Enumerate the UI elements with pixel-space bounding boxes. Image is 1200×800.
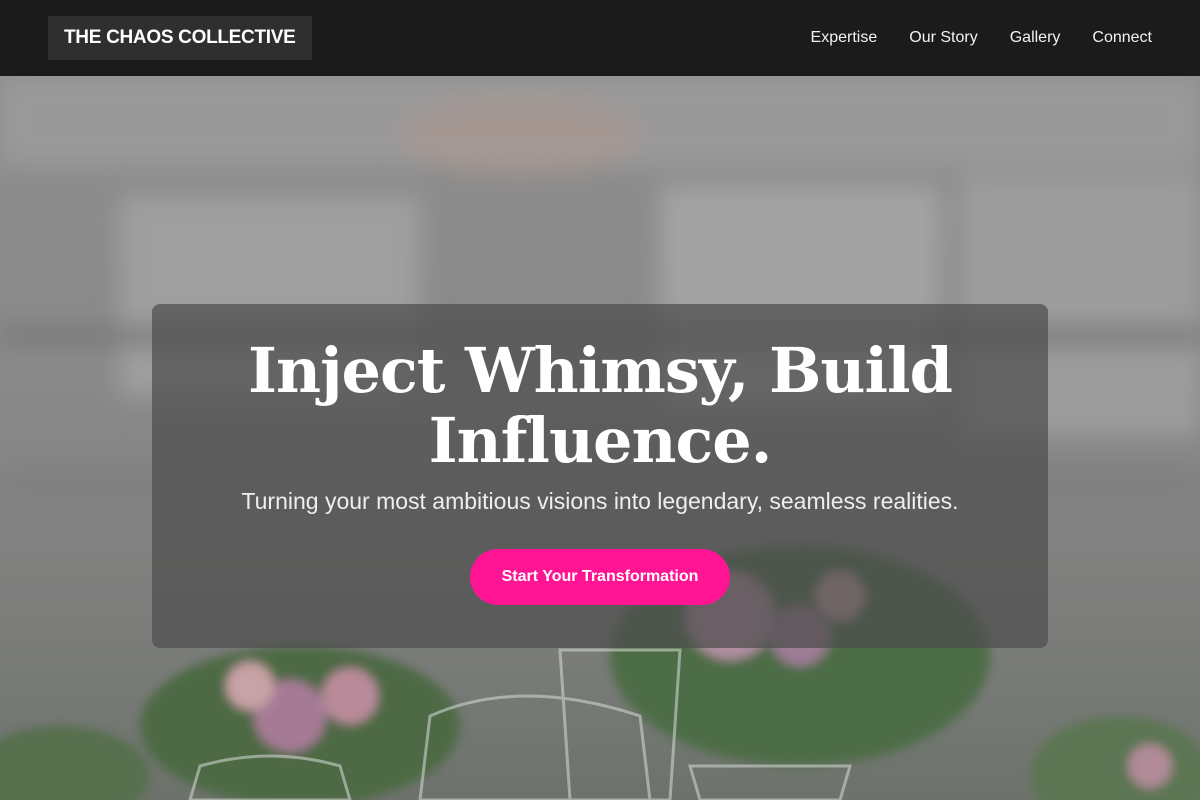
start-transformation-button[interactable]: Start Your Transformation: [469, 549, 731, 605]
hero-card: Inject Whimsy, Build Influence. Turning …: [152, 304, 1048, 648]
hero-section: Inject Whimsy, Build Influence. Turning …: [0, 76, 1200, 800]
hero-subheadline: Turning your most ambitious visions into…: [241, 488, 959, 514]
nav-link-gallery[interactable]: Gallery: [1010, 29, 1061, 47]
nav-link-connect[interactable]: Connect: [1092, 29, 1152, 47]
site-header: THE CHAOS COLLECTIVE Expertise Our Story…: [0, 0, 1200, 76]
main-nav: Expertise Our Story Gallery Connect: [811, 29, 1152, 47]
site-logo[interactable]: THE CHAOS COLLECTIVE: [48, 16, 312, 60]
nav-link-our-story[interactable]: Our Story: [909, 29, 977, 47]
hero-headline: Inject Whimsy, Build Influence.: [248, 334, 953, 477]
nav-link-expertise[interactable]: Expertise: [811, 29, 878, 47]
